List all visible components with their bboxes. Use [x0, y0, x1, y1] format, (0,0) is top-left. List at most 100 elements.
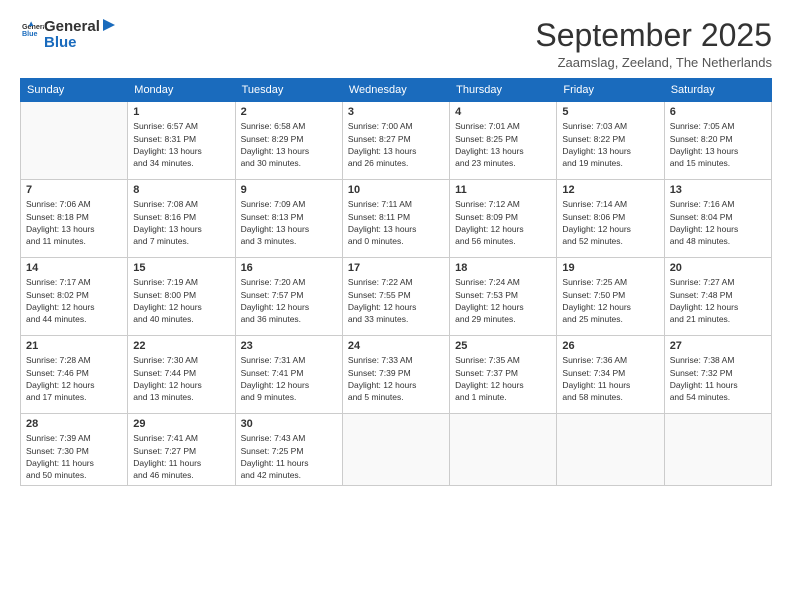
day-info: Sunrise: 7:08 AM Sunset: 8:16 PM Dayligh… — [133, 198, 229, 247]
day-info: Sunrise: 7:24 AM Sunset: 7:53 PM Dayligh… — [455, 276, 551, 325]
day-info: Sunrise: 7:14 AM Sunset: 8:06 PM Dayligh… — [562, 198, 658, 247]
table-row: 12 Sunrise: 7:14 AM Sunset: 8:06 PM Dayli… — [557, 180, 664, 258]
table-row: 26Sunrise: 7:36 AM Sunset: 7:34 PM Dayli… — [557, 336, 664, 414]
day-number: 18 — [455, 262, 551, 274]
day-info: Sunrise: 7:09 AM Sunset: 8:13 PM Dayligh… — [241, 198, 337, 247]
table-row: 15 Sunrise: 7:19 AM Sunset: 8:00 PM Dayli… — [128, 258, 235, 336]
day-info: Sunrise: 7:17 AM Sunset: 8:02 PM Dayligh… — [26, 276, 122, 325]
day-number: 13 — [670, 184, 766, 196]
day-info: Sunrise: 7:41 AM Sunset: 7:27 PM Dayligh… — [133, 432, 229, 481]
table-row: 23 Sunrise: 7:31 AM Sunset: 7:41 PM Dayli… — [235, 336, 342, 414]
day-info: Sunrise: 7:31 AM Sunset: 7:41 PM Dayligh… — [241, 354, 337, 403]
page: General Blue General General Blue Septem… — [0, 0, 792, 612]
logo-flag-icon — [101, 18, 119, 34]
table-row: 17 Sunrise: 7:22 AM Sunset: 7:55 PM Dayli… — [342, 258, 449, 336]
table-row: 7 Sunrise: 7:06 AM Sunset: 8:18 PM Daylig… — [21, 180, 128, 258]
day-number: 17 — [348, 262, 444, 274]
day-number: 30 — [241, 418, 337, 430]
day-info: Sunrise: 6:57 AM Sunset: 8:31 PM Dayligh… — [133, 120, 229, 169]
table-row: 19 Sunrise: 7:25 AM Sunset: 7:50 PM Dayli… — [557, 258, 664, 336]
day-info: Sunrise: 7:06 AM Sunset: 8:18 PM Dayligh… — [26, 198, 122, 247]
day-info: Sunrise: 7:20 AM Sunset: 7:57 PM Dayligh… — [241, 276, 337, 325]
day-number: 5 — [562, 106, 658, 118]
table-row: 21Sunrise: 7:28 AM Sunset: 7:46 PM Dayli… — [21, 336, 128, 414]
table-row: 24 Sunrise: 7:33 AM Sunset: 7:39 PM Dayli… — [342, 336, 449, 414]
logo-blue-text: Blue — [44, 34, 119, 51]
day-info: Sunrise: 7:12 AM Sunset: 8:09 PM Dayligh… — [455, 198, 551, 247]
table-row: 11 Sunrise: 7:12 AM Sunset: 8:09 PM Dayli… — [450, 180, 557, 258]
table-row: 6 Sunrise: 7:05 AM Sunset: 8:20 PM Daylig… — [664, 102, 771, 180]
day-number: 2 — [241, 106, 337, 118]
day-info: Sunrise: 7:27 AM Sunset: 7:48 PM Dayligh… — [670, 276, 766, 325]
header-sunday: Sunday — [21, 79, 128, 102]
calendar-week-2: 7 Sunrise: 7:06 AM Sunset: 8:18 PM Daylig… — [21, 180, 772, 258]
day-number: 11 — [455, 184, 551, 196]
table-row: 9 Sunrise: 7:09 AM Sunset: 8:13 PM Daylig… — [235, 180, 342, 258]
day-number: 12 — [562, 184, 658, 196]
header-friday: Friday — [557, 79, 664, 102]
table-row: 5 Sunrise: 7:03 AM Sunset: 8:22 PM Daylig… — [557, 102, 664, 180]
header-monday: Monday — [128, 79, 235, 102]
header-thursday: Thursday — [450, 79, 557, 102]
table-row: 3 Sunrise: 7:00 AM Sunset: 8:27 PM Daylig… — [342, 102, 449, 180]
day-number: 16 — [241, 262, 337, 274]
table-row: 2Sunrise: 6:58 AM Sunset: 8:29 PM Daylig… — [235, 102, 342, 180]
table-row — [664, 414, 771, 486]
title-area: September 2025 Zaamslag, Zeeland, The Ne… — [535, 18, 772, 70]
logo-area: General Blue General General Blue — [20, 18, 119, 51]
day-number: 27 — [670, 340, 766, 352]
day-number: 29 — [133, 418, 229, 430]
day-number: 4 — [455, 106, 551, 118]
header: General Blue General General Blue Septem… — [20, 18, 772, 70]
day-number: 23 — [241, 340, 337, 352]
svg-text:Blue: Blue — [22, 30, 38, 38]
day-number: 14 — [26, 262, 122, 274]
day-info: Sunrise: 7:22 AM Sunset: 7:55 PM Dayligh… — [348, 276, 444, 325]
header-saturday: Saturday — [664, 79, 771, 102]
day-number: 28 — [26, 418, 122, 430]
day-info: Sunrise: 7:25 AM Sunset: 7:50 PM Dayligh… — [562, 276, 658, 325]
table-row: 10Sunrise: 7:11 AM Sunset: 8:11 PM Dayli… — [342, 180, 449, 258]
day-info: Sunrise: 7:33 AM Sunset: 7:39 PM Dayligh… — [348, 354, 444, 403]
day-info: Sunrise: 7:00 AM Sunset: 8:27 PM Dayligh… — [348, 120, 444, 169]
table-row: 25Sunrise: 7:35 AM Sunset: 7:37 PM Dayli… — [450, 336, 557, 414]
day-info: Sunrise: 7:03 AM Sunset: 8:22 PM Dayligh… — [562, 120, 658, 169]
day-number: 7 — [26, 184, 122, 196]
table-row: 27 Sunrise: 7:38 AM Sunset: 7:32 PM Dayli… — [664, 336, 771, 414]
header-wednesday: Wednesday — [342, 79, 449, 102]
day-info: Sunrise: 7:16 AM Sunset: 8:04 PM Dayligh… — [670, 198, 766, 247]
calendar-week-1: 1 Sunrise: 6:57 AM Sunset: 8:31 PM Daylig… — [21, 102, 772, 180]
subtitle: Zaamslag, Zeeland, The Netherlands — [535, 55, 772, 70]
table-row: 13 Sunrise: 7:16 AM Sunset: 8:04 PM Dayli… — [664, 180, 771, 258]
table-row: 28Sunrise: 7:39 AM Sunset: 7:30 PM Dayli… — [21, 414, 128, 486]
day-info: Sunrise: 7:19 AM Sunset: 8:00 PM Dayligh… — [133, 276, 229, 325]
day-info: Sunrise: 7:11 AM Sunset: 8:11 PM Dayligh… — [348, 198, 444, 247]
day-info: Sunrise: 7:28 AM Sunset: 7:46 PM Dayligh… — [26, 354, 122, 403]
table-row — [21, 102, 128, 180]
table-row: 18 Sunrise: 7:24 AM Sunset: 7:53 PM Dayli… — [450, 258, 557, 336]
day-number: 26 — [562, 340, 658, 352]
day-number: 1 — [133, 106, 229, 118]
table-row: 20 Sunrise: 7:27 AM Sunset: 7:48 PM Dayli… — [664, 258, 771, 336]
calendar-week-4: 21Sunrise: 7:28 AM Sunset: 7:46 PM Dayli… — [21, 336, 772, 414]
day-number: 15 — [133, 262, 229, 274]
day-number: 20 — [670, 262, 766, 274]
day-info: Sunrise: 7:05 AM Sunset: 8:20 PM Dayligh… — [670, 120, 766, 169]
table-row — [342, 414, 449, 486]
day-info: Sunrise: 7:38 AM Sunset: 7:32 PM Dayligh… — [670, 354, 766, 403]
logo: General Blue General — [20, 23, 44, 46]
table-row: 1 Sunrise: 6:57 AM Sunset: 8:31 PM Daylig… — [128, 102, 235, 180]
table-row: 30 Sunrise: 7:43 AM Sunset: 7:25 PM Dayli… — [235, 414, 342, 486]
day-info: Sunrise: 7:43 AM Sunset: 7:25 PM Dayligh… — [241, 432, 337, 481]
day-number: 24 — [348, 340, 444, 352]
day-number: 6 — [670, 106, 766, 118]
day-number: 3 — [348, 106, 444, 118]
day-number: 9 — [241, 184, 337, 196]
month-title: September 2025 — [535, 18, 772, 53]
day-number: 22 — [133, 340, 229, 352]
table-row: 29 Sunrise: 7:41 AM Sunset: 7:27 PM Dayli… — [128, 414, 235, 486]
calendar-week-5: 28Sunrise: 7:39 AM Sunset: 7:30 PM Dayli… — [21, 414, 772, 486]
table-row: 14 Sunrise: 7:17 AM Sunset: 8:02 PM Dayli… — [21, 258, 128, 336]
table-row — [557, 414, 664, 486]
day-number: 19 — [562, 262, 658, 274]
